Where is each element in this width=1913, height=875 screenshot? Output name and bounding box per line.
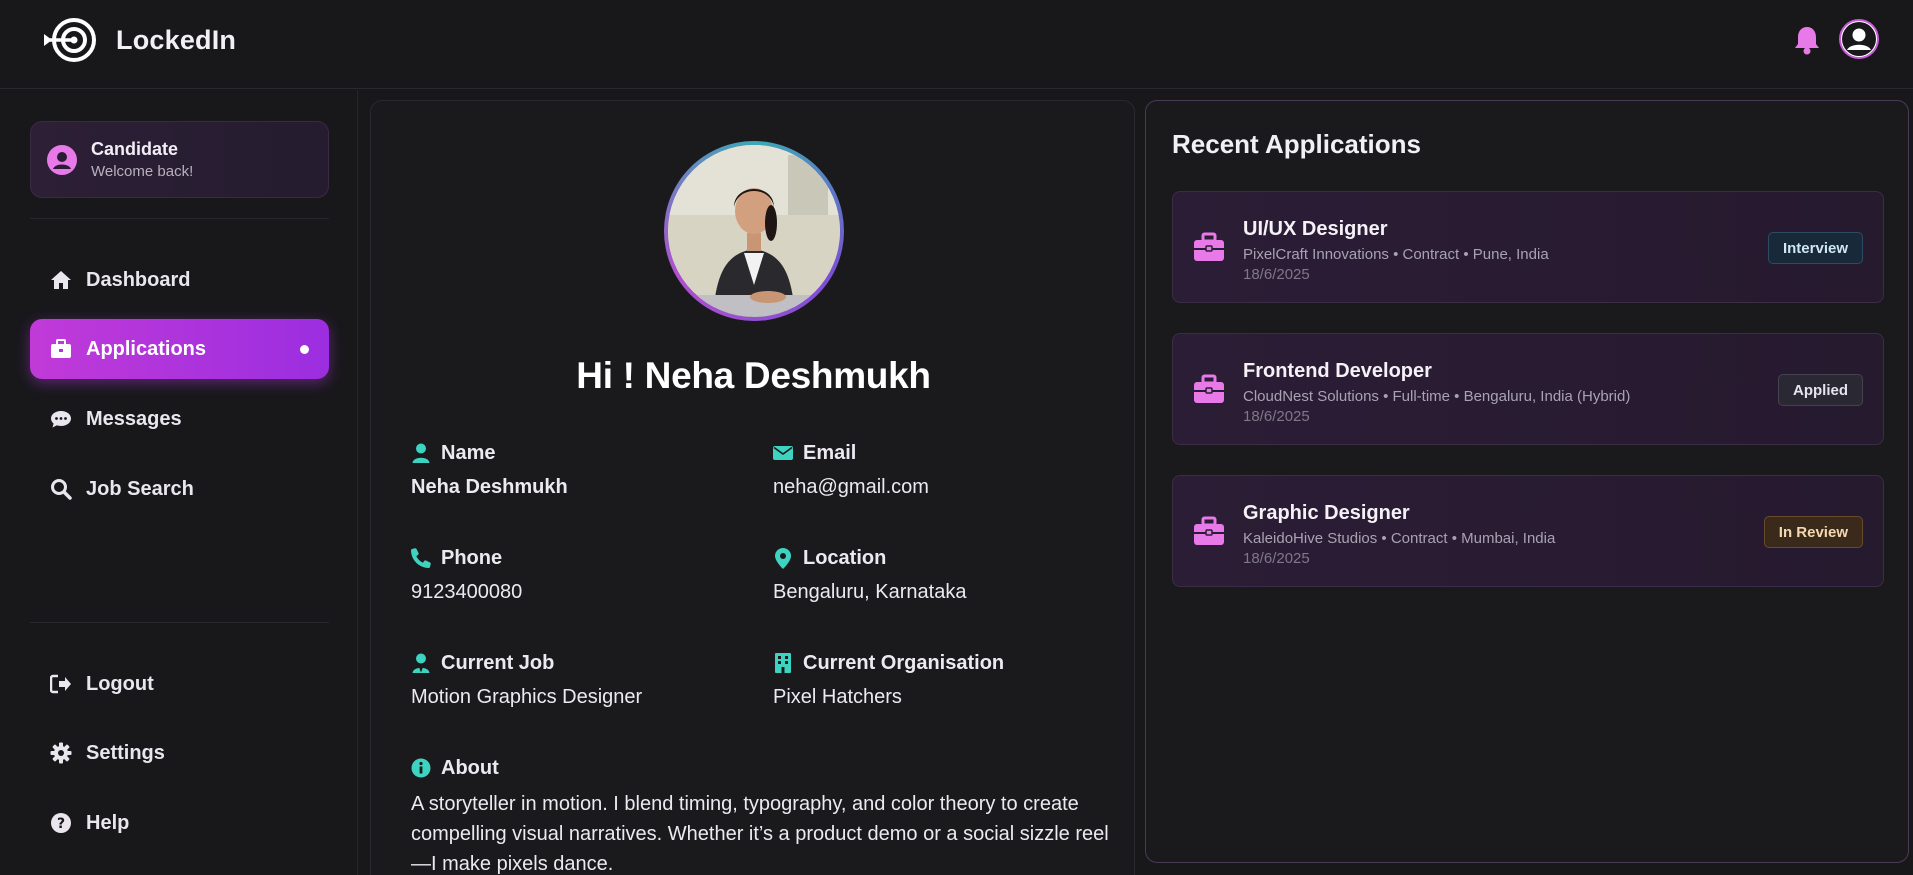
field-value: 9123400080 <box>411 581 523 603</box>
application-card[interactable]: Graphic Designer KaleidoHive Studios • C… <box>1172 475 1884 587</box>
field-value: Bengaluru, Karnataka <box>773 581 967 603</box>
building-icon <box>773 653 793 673</box>
nav-label: Applications <box>86 337 207 360</box>
nav-label: Dashboard <box>86 268 191 291</box>
application-date: 18/6/2025 <box>1243 266 1310 283</box>
field-current-job: Current Job Motion Graphics Designer <box>411 650 751 709</box>
nav-label: Messages <box>86 407 182 430</box>
application-date: 18/6/2025 <box>1243 550 1310 567</box>
field-location: Location Bengaluru, Karnataka <box>773 545 1113 604</box>
svg-text:?: ? <box>57 816 65 832</box>
field-phone: Phone 9123400080 <box>411 545 751 604</box>
field-label: Location <box>803 546 887 569</box>
divider <box>30 218 329 219</box>
field-about-heading: About <box>411 755 751 781</box>
top-bar: LockedIn <box>0 0 1913 89</box>
application-card[interactable]: Frontend Developer CloudNest Solutions •… <box>1172 333 1884 445</box>
application-meta: KaleidoHive Studios • Contract • Mumbai,… <box>1243 530 1556 547</box>
chat-icon <box>50 408 72 430</box>
field-value: Neha Deshmukh <box>411 476 568 498</box>
application-title: Frontend Developer <box>1243 360 1432 382</box>
about-text: A storyteller in motion. I blend timing,… <box>411 793 1109 875</box>
field-label: Current Organisation <box>803 651 1005 674</box>
profile-panel: Hi ! Neha Deshmukh Name Neha Deshmukh Em… <box>370 100 1135 875</box>
field-email: Email neha@gmail.com <box>773 440 1113 499</box>
briefcase-icon <box>50 338 72 360</box>
status-badge: Applied <box>1778 374 1863 406</box>
field-value: neha@gmail.com <box>773 476 929 498</box>
candidate-role: Candidate <box>91 139 179 159</box>
nav-label: Settings <box>86 741 165 764</box>
gear-icon <box>50 742 72 764</box>
user-icon <box>411 443 431 463</box>
app-name: LockedIn <box>116 24 237 55</box>
field-label: Current Job <box>441 651 555 674</box>
divider <box>30 622 329 623</box>
field-label: Name <box>441 441 496 464</box>
sidebar: Candidate Welcome back! Dashboard Applic… <box>0 90 358 875</box>
candidate-welcome: Welcome back! <box>91 163 194 180</box>
logout-icon <box>50 673 72 695</box>
nav-help[interactable]: ? Help <box>30 793 329 853</box>
nav-label: Logout <box>86 672 154 695</box>
bell-icon[interactable] <box>1792 24 1822 56</box>
field-name: Name Neha Deshmukh <box>411 440 751 499</box>
user-circle-icon <box>47 144 77 175</box>
nav-label: Help <box>86 811 130 834</box>
recent-applications-panel: Recent Applications UI/UX Designer Pixel… <box>1145 100 1909 863</box>
field-current-organisation: Current Organisation Pixel Hatchers <box>773 650 1113 709</box>
application-meta: CloudNest Solutions • Full-time • Bengal… <box>1243 388 1631 405</box>
field-value: Motion Graphics Designer <box>411 686 643 708</box>
map-pin-icon <box>773 547 793 569</box>
application-meta: PixelCraft Innovations • Contract • Pune… <box>1243 246 1549 263</box>
profile-photo-image <box>668 145 840 317</box>
target-logo-icon <box>44 18 96 62</box>
search-icon <box>50 478 72 500</box>
info-icon <box>411 758 431 778</box>
application-date: 18/6/2025 <box>1243 408 1310 425</box>
nav-dashboard[interactable]: Dashboard <box>30 250 329 310</box>
status-badge: Interview <box>1767 232 1863 264</box>
user-tie-icon <box>411 653 431 673</box>
nav-messages[interactable]: Messages <box>30 389 329 449</box>
application-card[interactable]: UI/UX Designer PixelCraft Innovations • … <box>1172 191 1884 303</box>
greeting-heading: Hi ! Neha Deshmukh <box>576 355 931 396</box>
envelope-icon <box>773 443 793 463</box>
application-title: UI/UX Designer <box>1243 218 1388 240</box>
briefcase-icon <box>1194 232 1224 261</box>
nav-job-search[interactable]: Job Search <box>30 459 329 519</box>
nav-label: Job Search <box>86 477 194 500</box>
field-label: Email <box>803 441 857 464</box>
brand[interactable]: LockedIn <box>42 14 236 66</box>
active-indicator-dot <box>300 345 309 354</box>
application-title: Graphic Designer <box>1243 502 1410 524</box>
home-icon <box>50 269 72 291</box>
candidate-card: Candidate Welcome back! <box>30 121 329 198</box>
field-label: About <box>441 756 499 779</box>
phone-icon <box>411 548 431 568</box>
panel-title: Recent Applications <box>1172 129 1421 159</box>
profile-photo <box>664 141 844 321</box>
status-badge: In Review <box>1763 516 1863 548</box>
nav-logout[interactable]: Logout <box>30 654 329 714</box>
nav-settings[interactable]: Settings <box>30 723 329 783</box>
field-label: Phone <box>441 546 503 569</box>
user-avatar-button[interactable] <box>1839 19 1879 59</box>
nav-applications[interactable]: Applications <box>30 319 329 379</box>
briefcase-icon <box>1194 516 1224 545</box>
briefcase-icon <box>1194 374 1224 403</box>
user-avatar-icon <box>1842 22 1876 56</box>
field-value: Pixel Hatchers <box>773 686 902 708</box>
help-icon: ? <box>50 812 72 834</box>
